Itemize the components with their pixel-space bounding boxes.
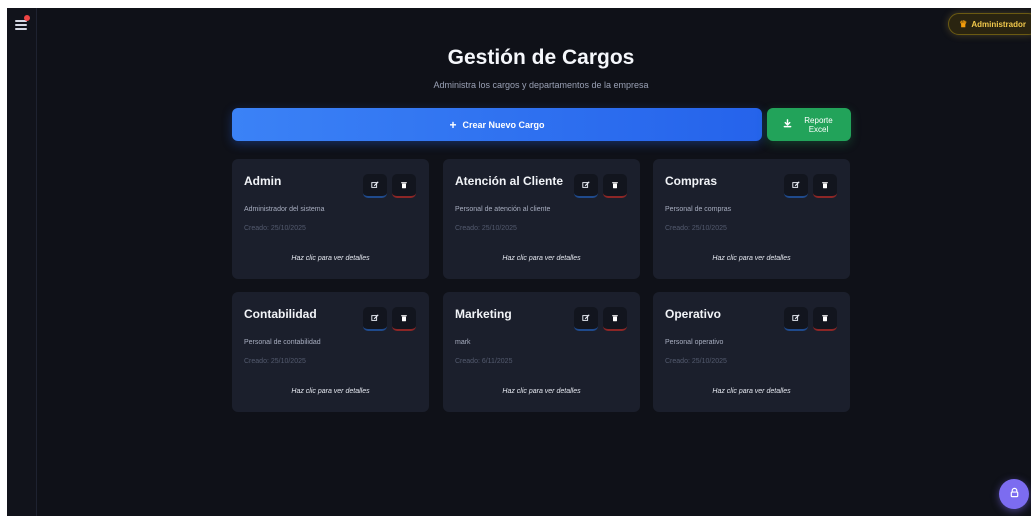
card-details-hint: Haz clic para ver detalles	[291, 388, 370, 395]
card-created-date: Creado: 25/10/2025	[665, 358, 727, 365]
edit-icon	[582, 314, 590, 322]
card-title: Admin	[244, 174, 282, 188]
card-title: Contabilidad	[244, 307, 317, 321]
delete-button[interactable]	[603, 174, 627, 198]
card-title: Atención al Cliente	[455, 174, 564, 188]
trash-icon	[611, 314, 619, 322]
card-created-date: Creado: 6/11/2025	[455, 358, 513, 365]
cargo-card-compras[interactable]: Compras Personal de compras Creado: 25/1…	[653, 159, 850, 279]
create-cargo-button[interactable]: + Crear Nuevo Cargo	[232, 108, 762, 141]
floating-action-button[interactable]	[999, 479, 1029, 509]
trash-icon	[400, 314, 408, 322]
trash-icon	[821, 181, 829, 189]
card-details-hint: Haz clic para ver detalles	[291, 255, 370, 262]
edit-button[interactable]	[363, 307, 387, 331]
cargo-card-marketing[interactable]: Marketing mark Creado: 6/11/2025 Haz cli…	[443, 292, 640, 412]
edit-icon	[792, 181, 800, 189]
delete-button[interactable]	[392, 307, 416, 331]
user-role-badge[interactable]: ♛ Administrador	[948, 13, 1031, 35]
delete-button[interactable]	[813, 307, 837, 331]
trash-icon	[400, 181, 408, 189]
edit-button[interactable]	[574, 307, 598, 331]
download-icon	[783, 119, 792, 130]
edit-icon	[792, 314, 800, 322]
app-window: ♛ Administrador Gestión de Cargos Admini…	[7, 8, 1031, 516]
edit-icon	[371, 314, 379, 322]
card-created-date: Creado: 25/10/2025	[665, 225, 727, 232]
card-description: Personal de atención al cliente	[455, 206, 551, 213]
cargo-card-atencion-al-cliente[interactable]: Atención al Cliente Personal de atención…	[443, 159, 640, 279]
delete-button[interactable]	[813, 174, 837, 198]
card-details-hint: Haz clic para ver detalles	[712, 388, 791, 395]
delete-button[interactable]	[392, 174, 416, 198]
card-title: Marketing	[455, 307, 512, 321]
excel-report-label: Reporte Excel	[804, 115, 833, 134]
card-description: mark	[455, 339, 471, 346]
trash-icon	[611, 181, 619, 189]
menu-toggle-button[interactable]	[11, 12, 33, 34]
lock-icon	[1009, 485, 1020, 503]
card-description: Personal de contabilidad	[244, 339, 321, 346]
card-title: Operativo	[665, 307, 722, 321]
crown-icon: ♛	[959, 18, 968, 29]
create-cargo-label: Crear Nuevo Cargo	[462, 119, 545, 130]
card-description: Personal de compras	[665, 206, 732, 213]
edit-icon	[582, 181, 590, 189]
trash-icon	[821, 314, 829, 322]
card-details-hint: Haz clic para ver detalles	[502, 388, 581, 395]
card-details-hint: Haz clic para ver detalles	[502, 255, 581, 262]
edit-icon	[371, 181, 379, 189]
plus-icon: +	[449, 117, 457, 132]
edit-button[interactable]	[784, 174, 808, 198]
card-description: Personal operativo	[665, 339, 724, 346]
card-created-date: Creado: 25/10/2025	[455, 225, 517, 232]
card-title: Compras	[665, 174, 718, 188]
notification-dot	[24, 15, 30, 21]
cargo-card-operativo[interactable]: Operativo Personal operativo Creado: 25/…	[653, 292, 850, 412]
edit-button[interactable]	[784, 307, 808, 331]
excel-report-button[interactable]: Reporte Excel	[767, 108, 851, 141]
card-created-date: Creado: 25/10/2025	[244, 358, 306, 365]
page-subtitle: Administra los cargos y departamentos de…	[433, 80, 649, 90]
cargo-card-contabilidad[interactable]: Contabilidad Personal de contabilidad Cr…	[232, 292, 429, 412]
edit-button[interactable]	[363, 174, 387, 198]
user-role-label: Administrador	[971, 19, 1026, 29]
edit-button[interactable]	[574, 174, 598, 198]
card-details-hint: Haz clic para ver detalles	[712, 255, 791, 262]
card-created-date: Creado: 25/10/2025	[244, 225, 306, 232]
cargo-card-admin[interactable]: Admin Administrador del sistema Creado: …	[232, 159, 429, 279]
page-title: Gestión de Cargos	[447, 46, 635, 69]
delete-button[interactable]	[603, 307, 627, 331]
card-description: Administrador del sistema	[244, 206, 325, 213]
